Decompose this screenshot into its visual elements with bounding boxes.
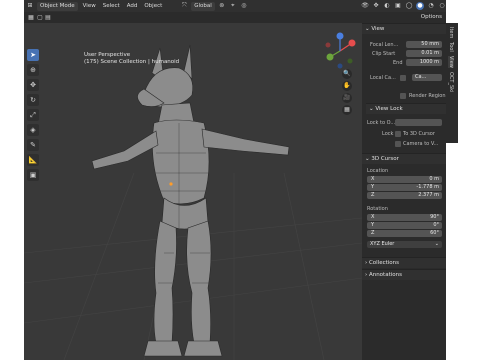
tab-item[interactable]: Item <box>448 27 454 38</box>
clip-end-label: End <box>393 60 403 66</box>
render-region-checkbox[interactable] <box>400 93 406 99</box>
visibility-icon[interactable]: 👁 <box>361 2 369 10</box>
section-view[interactable]: ⌄ View <box>362 23 446 34</box>
cursor-tool-icon[interactable]: ⊕ <box>27 64 39 76</box>
lock-to-object-label: Lock to O... <box>367 120 396 126</box>
shading-material-icon[interactable]: ◔ <box>427 2 435 10</box>
section-annotations[interactable]: › Annotations <box>362 269 446 280</box>
gizmo-icon[interactable]: ✥ <box>372 2 380 10</box>
measure-tool-icon[interactable]: 📐 <box>27 154 39 166</box>
local-camera-field[interactable]: Ca... <box>412 74 442 81</box>
rotation-y-field[interactable]: Y 0° <box>367 222 442 229</box>
camera-view-icon[interactable]: 🎥 <box>342 93 352 103</box>
pan-hand-icon[interactable]: ✋ <box>342 81 352 91</box>
shading-wire-icon[interactable]: ◯ <box>405 2 413 10</box>
menu-add[interactable]: Add <box>125 3 140 9</box>
y-axis-icon[interactable] <box>326 53 334 61</box>
select-box-icon[interactable]: ▢ <box>36 14 44 22</box>
local-camera-label: Local Ca... <box>370 75 396 81</box>
cursor-y-field[interactable]: Y -1.778 m <box>367 184 442 191</box>
tab-view[interactable]: View <box>448 56 454 68</box>
cursor-x-field[interactable]: X0 m <box>367 176 442 183</box>
focal-length-label: Focal Len... <box>370 42 399 48</box>
mode-dropdown[interactable]: Object Mode <box>37 1 78 11</box>
pivot-icon[interactable]: ⊚ <box>218 2 226 10</box>
select-add-icon[interactable]: ▤ <box>44 14 52 22</box>
menu-object[interactable]: Object <box>142 3 164 9</box>
overlay-icon[interactable]: ◐ <box>383 2 391 10</box>
rotation-label: Rotation <box>367 206 388 212</box>
render-region-label: Render Region <box>409 93 446 99</box>
location-label: Location <box>367 168 389 174</box>
viewport-perspective-label: User Perspective <box>84 52 131 58</box>
rotation-x-field[interactable]: X 90° <box>367 214 442 221</box>
clip-end-field[interactable]: 1000 m <box>406 59 442 66</box>
ortho-grid-icon[interactable]: ▦ <box>342 105 352 115</box>
select-tool-icon[interactable]: ➤ <box>27 49 39 61</box>
shading-render-icon[interactable]: ○ <box>438 2 446 10</box>
to-3d-cursor-label: To 3D Cursor <box>403 131 435 137</box>
camera-to-view-label: Camera to V... <box>403 141 439 147</box>
lock-to-object-field[interactable] <box>395 119 442 126</box>
snap-icon[interactable]: ⌖ <box>229 2 237 10</box>
shading-solid-icon[interactable]: ● <box>416 2 424 10</box>
3d-viewport[interactable]: User Perspective (175) Scene Collection … <box>24 23 362 360</box>
cursor-z-field[interactable]: Z 2.377 m <box>367 192 442 199</box>
transform-tool-icon[interactable]: ◈ <box>27 124 39 136</box>
navigation-gizmo[interactable] <box>320 31 360 71</box>
tab-oct-ski[interactable]: OCT_Ski <box>448 72 454 92</box>
add-cube-tool-icon[interactable]: ▣ <box>27 169 39 181</box>
rotate-tool-icon[interactable]: ↻ <box>27 94 39 106</box>
clip-start-label: Clip Start <box>372 51 396 57</box>
sidebar-tabs: Item Tool View OCT_Ski <box>446 23 458 143</box>
viewport-header: ⊞ Object Mode View Select Add Object ⤧ G… <box>24 0 446 12</box>
options-dropdown[interactable]: Options <box>421 14 442 20</box>
rotation-mode-dropdown[interactable]: XYZ Euler ⌄ <box>367 241 442 248</box>
x-axis-icon[interactable] <box>348 39 356 47</box>
tool-shelf: ➤ ⊕ ✥ ↻ ⤢ ◈ ✎ 📐 ▣ <box>27 49 41 184</box>
editor-type-icon[interactable]: ⊞ <box>26 2 34 10</box>
section-collections[interactable]: › Collections <box>362 257 446 268</box>
z-axis-icon[interactable] <box>336 32 344 40</box>
move-tool-icon[interactable]: ✥ <box>27 79 39 91</box>
clip-start-field[interactable]: 0.01 m <box>406 50 442 57</box>
section-view-lock[interactable]: ⌄ View Lock <box>366 103 446 114</box>
focal-length-field[interactable]: 50 mm <box>406 41 442 48</box>
xray-icon[interactable]: ▣ <box>394 2 402 10</box>
annotate-tool-icon[interactable]: ✎ <box>27 139 39 151</box>
section-3d-cursor[interactable]: ⌄ 3D Cursor <box>362 153 446 164</box>
lock-label: Lock <box>382 131 394 137</box>
tool-settings-bar: ▦ ▢ ▤ Options <box>24 12 446 23</box>
blender-window: ⊞ Object Mode View Select Add Object ⤧ G… <box>24 0 446 360</box>
camera-to-view-checkbox[interactable] <box>395 141 401 147</box>
transform-dropdown[interactable]: Global <box>191 1 215 11</box>
rotation-z-field[interactable]: Z 60° <box>367 230 442 237</box>
select-mode-icon[interactable]: ▦ <box>27 14 35 22</box>
zoom-icon[interactable]: 🔍 <box>342 69 352 79</box>
transform-orientation-icon[interactable]: ⤧ <box>180 2 188 10</box>
tab-tool[interactable]: Tool <box>448 42 454 52</box>
menu-view[interactable]: View <box>81 3 98 9</box>
proportional-icon[interactable]: ◎ <box>240 2 248 10</box>
viewport-collection-label: (175) Scene Collection | humanoid <box>84 59 180 65</box>
local-camera-checkbox[interactable] <box>400 75 406 81</box>
scale-tool-icon[interactable]: ⤢ <box>27 109 39 121</box>
to-3d-cursor-checkbox[interactable] <box>395 131 401 137</box>
viewport-canvas <box>24 44 362 360</box>
origin-point <box>169 182 173 186</box>
sidebar-panel: ⌄ View Focal Len... 50 mm Clip Start 0.0… <box>362 23 446 360</box>
menu-select[interactable]: Select <box>101 3 122 9</box>
chevron-down-icon: ⌄ <box>434 241 439 247</box>
